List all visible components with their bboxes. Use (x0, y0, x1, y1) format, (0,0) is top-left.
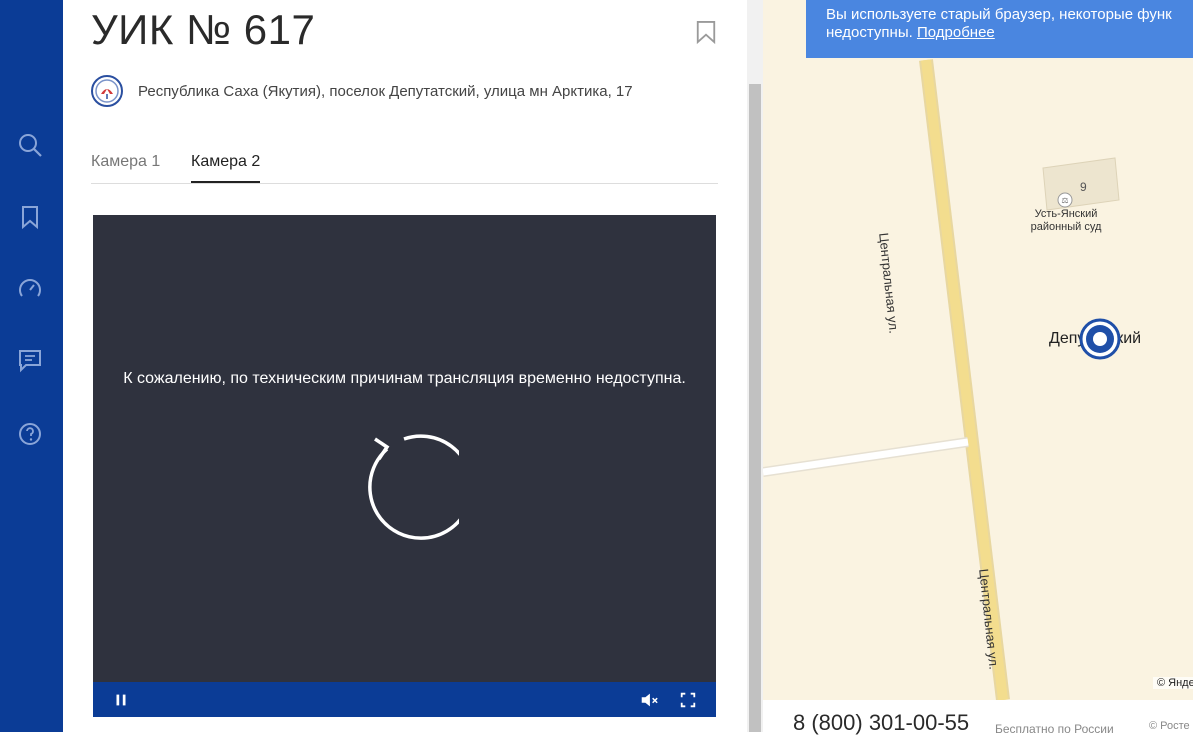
info-panel: УИК № 617 Республика Саха (Якутия), посе… (63, 0, 747, 732)
footer-copyright: © Росте (1149, 720, 1190, 732)
bookmark-icon[interactable] (16, 203, 44, 231)
sidebar (0, 0, 63, 732)
hotline-caption: Бесплатно по России (995, 722, 1114, 736)
scrollbar-thumb[interactable] (749, 84, 761, 732)
camera-tabs: Камера 1 Камера 2 (91, 150, 718, 184)
address-text: Республика Саха (Якутия), поселок Депута… (138, 83, 633, 100)
banner-text: Вы используете старый браузер, некоторые… (826, 6, 1172, 23)
building-number: 9 (1080, 180, 1087, 194)
pause-icon (116, 694, 126, 706)
tab-camera-2[interactable]: Камера 2 (191, 150, 261, 183)
help-icon[interactable] (16, 420, 44, 448)
player-controls (93, 682, 716, 717)
player-error-message: К сожалению, по техническим причинам тра… (123, 370, 686, 387)
mute-button[interactable] (638, 689, 660, 711)
svg-text:⚖: ⚖ (1061, 196, 1068, 205)
region-emblem-icon (91, 75, 123, 107)
old-browser-banner: Вы используете старый браузер, некоторые… (806, 0, 1193, 58)
map-copyright[interactable]: © Янде (1153, 677, 1193, 689)
page-title: УИК № 617 (91, 6, 316, 53)
fullscreen-icon (680, 692, 696, 708)
map[interactable]: ⚖ Вы используете старый браузер, некотор… (763, 0, 1193, 700)
banner-text-2: недоступны. (826, 24, 913, 41)
search-icon[interactable] (16, 131, 44, 159)
video-player[interactable]: К сожалению, по техническим причинам тра… (93, 215, 716, 717)
bookmark-button[interactable] (693, 18, 719, 46)
location-marker-icon[interactable] (1079, 318, 1121, 360)
muted-speaker-icon (641, 693, 658, 707)
poi-label-court[interactable]: Усть-Янский районный суд (1026, 208, 1106, 234)
tab-camera-1[interactable]: Камера 1 (91, 150, 160, 183)
chat-icon[interactable] (16, 346, 44, 374)
speedometer-icon[interactable] (16, 275, 44, 303)
bookmark-icon (696, 21, 716, 45)
fullscreen-button[interactable] (677, 689, 699, 711)
banner-more-link[interactable]: Подробнее (917, 24, 995, 41)
footer: 8 (800) 301-00-55 Бесплатно по России © … (763, 700, 1193, 736)
hotline-phone[interactable]: 8 (800) 301-00-55 (793, 710, 969, 736)
pause-button[interactable] (110, 689, 132, 711)
reload-icon[interactable] (349, 433, 474, 543)
